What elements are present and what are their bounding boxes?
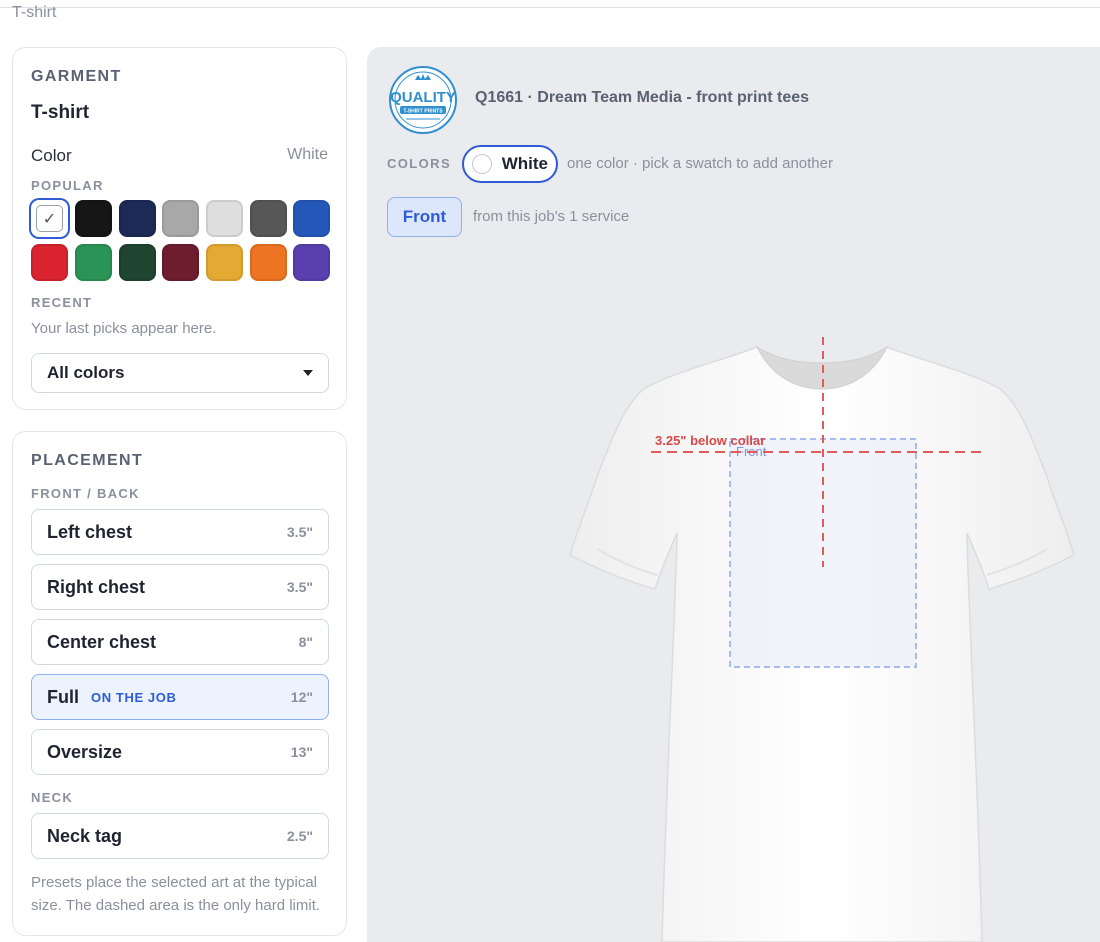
placement-name: Full bbox=[47, 686, 79, 707]
swatch-white[interactable]: ✓ bbox=[31, 200, 68, 237]
placement-left-chest[interactable]: Left chest 3.5" bbox=[31, 509, 329, 555]
placement-neck-tag[interactable]: Neck tag 2.5" bbox=[31, 813, 329, 859]
swatch-green[interactable] bbox=[75, 244, 112, 281]
swatch-purple[interactable] bbox=[293, 244, 330, 281]
color-value: White bbox=[287, 146, 328, 163]
quality-logo: QUALITY T-SHIRT PRINTS bbox=[389, 66, 457, 134]
placement-name: Neck tag bbox=[47, 825, 123, 846]
placement-section-title: PLACEMENT bbox=[31, 452, 144, 469]
popular-label: POPULAR bbox=[31, 178, 104, 193]
placement-size: 3.5" bbox=[286, 524, 313, 540]
swatch-gray[interactable] bbox=[162, 200, 199, 237]
chevron-down-icon bbox=[303, 370, 313, 376]
placement-name: Right chest bbox=[47, 576, 146, 597]
placement-size: 12" bbox=[290, 689, 313, 705]
color-label: Color bbox=[31, 146, 72, 165]
swatch-black[interactable] bbox=[75, 200, 112, 237]
swatch-orange[interactable] bbox=[250, 244, 287, 281]
placement-footer-hint: Presets place the selected art at the ty… bbox=[31, 874, 321, 914]
swatch-navy[interactable] bbox=[119, 200, 156, 237]
colors-label: COLORS bbox=[387, 156, 452, 171]
logo-subtext: T-SHIRT PRINTS bbox=[403, 109, 443, 115]
color-chip-label: White bbox=[501, 154, 548, 173]
placement-size: 8" bbox=[298, 634, 313, 650]
placement-name: Left chest bbox=[47, 521, 133, 542]
placement-center-chest[interactable]: Center chest 8" bbox=[31, 619, 329, 665]
swatch-maroon[interactable] bbox=[162, 244, 199, 281]
recent-hint: Your last picks appear here. bbox=[31, 320, 217, 337]
placement-size: 13" bbox=[290, 744, 313, 760]
neck-label: NECK bbox=[31, 790, 74, 805]
job-title: Q1661 · Dream Team Media - front print t… bbox=[475, 89, 810, 106]
colors-hint: one color · pick a swatch to add another bbox=[567, 155, 833, 172]
placement-oversize[interactable]: Oversize 13" bbox=[31, 729, 329, 775]
placement-right-chest[interactable]: Right chest 3.5" bbox=[31, 564, 329, 610]
all-colors-label: All colors bbox=[47, 363, 125, 382]
swatch-forest-green[interactable] bbox=[119, 244, 156, 281]
color-chip-white[interactable]: White bbox=[462, 145, 558, 183]
garment-name: T-shirt bbox=[31, 102, 90, 123]
placement-card: PLACEMENT FRONT / BACK Left chest 3.5" R… bbox=[12, 431, 347, 936]
logo-text: QUALITY bbox=[390, 89, 456, 106]
swatch-red[interactable] bbox=[31, 244, 68, 281]
front-back-label: FRONT / BACK bbox=[31, 486, 140, 501]
garment-section-title: GARMENT bbox=[31, 68, 122, 85]
all-colors-select[interactable]: All colors bbox=[31, 353, 329, 393]
swatch-light-gray[interactable] bbox=[206, 200, 243, 237]
collar-guide-label: 3.25" below collar bbox=[655, 433, 765, 448]
color-dot bbox=[472, 154, 492, 174]
placement-name: Oversize bbox=[47, 741, 123, 762]
preview-panel: QUALITY T-SHIRT PRINTS Q1661 · Dream Tea… bbox=[367, 47, 1100, 942]
front-side-button[interactable]: Front bbox=[387, 197, 462, 237]
swatch-charcoal[interactable] bbox=[250, 200, 287, 237]
placement-size: 3.5" bbox=[286, 579, 313, 595]
check-icon: ✓ bbox=[36, 205, 63, 232]
on-the-job-badge: ON THE JOB bbox=[91, 689, 177, 705]
garment-card: GARMENT T-shirt Color White POPULAR ✓ RE… bbox=[12, 47, 347, 410]
swatch-gold[interactable] bbox=[206, 244, 243, 281]
placement-size: 2.5" bbox=[286, 828, 313, 844]
breadcrumb: T-shirt bbox=[12, 4, 57, 21]
tshirt-mockup: Front 3.25" below collar bbox=[569, 337, 1075, 942]
swatch-royal-blue[interactable] bbox=[293, 200, 330, 237]
top-bar bbox=[0, 0, 1100, 8]
recent-label: RECENT bbox=[31, 295, 93, 310]
placement-full[interactable]: Full ON THE JOB 12" bbox=[31, 674, 329, 720]
placement-name: Center chest bbox=[47, 631, 157, 652]
side-hint: from this job's 1 service bbox=[473, 208, 630, 225]
